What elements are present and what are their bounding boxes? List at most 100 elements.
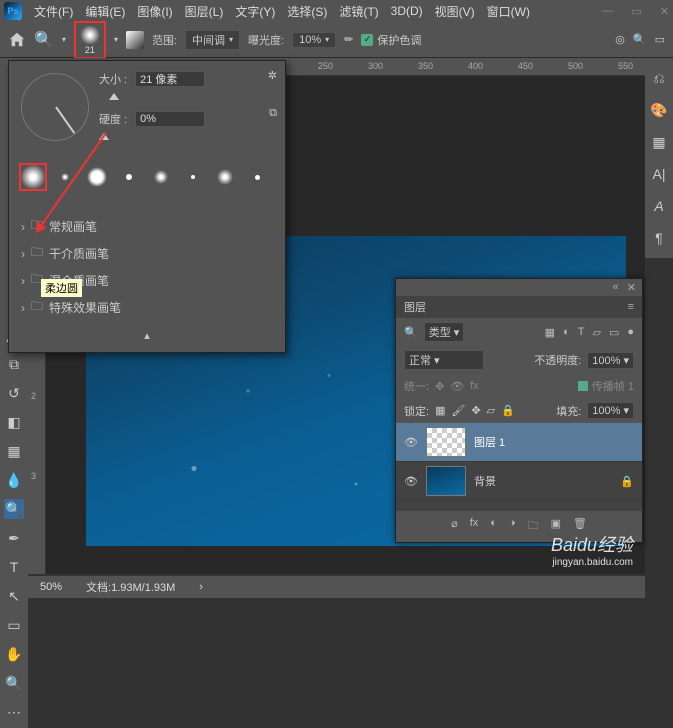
minimize-icon[interactable]: — (602, 5, 613, 18)
lock-pos-icon[interactable]: ✥ (471, 404, 480, 417)
exposure-select[interactable]: 10%▾ (292, 32, 336, 48)
new-preset-icon[interactable]: ⧉ (269, 107, 277, 120)
shape-tool[interactable]: ▭ (4, 615, 24, 635)
brush-preset-chip[interactable]: 21 (74, 21, 106, 59)
filter-type-icon[interactable]: T (578, 326, 585, 339)
menu-view[interactable]: 视图(V) (435, 3, 475, 20)
brush-preset[interactable] (147, 163, 175, 191)
share-icon[interactable]: ▭ (655, 33, 665, 46)
glyphs-panel-icon[interactable]: A (649, 196, 669, 216)
menu-3d[interactable]: 3D(D) (391, 4, 423, 18)
zoom-level[interactable]: 50% (40, 581, 62, 593)
search-icon[interactable]: 🔍 (404, 326, 418, 339)
type-tool[interactable]: T (4, 557, 24, 577)
paragraph-panel-icon[interactable]: ¶ (649, 228, 669, 248)
lock-all-icon[interactable]: 🔒 (501, 404, 515, 417)
character-panel-icon[interactable]: A| (649, 164, 669, 184)
status-menu-icon[interactable]: › (199, 581, 203, 593)
brush-angle-control[interactable] (21, 73, 89, 141)
new-layer-icon[interactable]: ▣ (551, 517, 561, 536)
size-input[interactable] (135, 71, 205, 87)
zoom-tool[interactable]: 🔍 (4, 673, 24, 693)
menu-window[interactable]: 窗口(W) (487, 3, 530, 20)
unify-position-icon[interactable]: ✥ (435, 380, 444, 393)
adjustment-icon[interactable]: ◑ (509, 517, 516, 536)
layer-row[interactable]: 👁 图层 1 (396, 423, 642, 462)
resize-handle[interactable]: ▴ (19, 329, 275, 342)
more-tools[interactable]: ⋯ (4, 702, 24, 722)
brush-preset[interactable] (179, 163, 207, 191)
protect-tones-checkbox[interactable]: ✓保护色调 (361, 32, 421, 48)
folder-dry[interactable]: ›🗀干介质画笔 (19, 240, 275, 267)
filter-toggle-icon[interactable]: ● (627, 326, 634, 339)
fill-select[interactable]: 100% ▾ (587, 402, 634, 419)
filter-pixel-icon[interactable]: ▦ (545, 326, 555, 339)
layer-name[interactable]: 背景 (474, 473, 496, 489)
hand-tool[interactable]: ✋ (4, 644, 24, 664)
airbrush-icon[interactable]: ✏ (344, 33, 353, 46)
visibility-icon[interactable]: 👁 (404, 436, 418, 449)
hardness-input[interactable] (135, 111, 205, 127)
filter-adjust-icon[interactable]: ◐ (563, 326, 570, 339)
lock-artboard-icon[interactable]: ▱ (487, 404, 495, 417)
filter-smart-icon[interactable]: ▭ (609, 326, 619, 339)
layer-row[interactable]: 👁 背景 🔒 (396, 462, 642, 501)
history-panel-icon[interactable]: ⎌ (649, 68, 669, 88)
folder-fx[interactable]: ›🗀特殊效果画笔 (19, 294, 275, 321)
layer-name[interactable]: 图层 1 (474, 434, 505, 450)
layers-tab[interactable]: 图层 (404, 299, 426, 315)
brush-preset[interactable] (243, 163, 271, 191)
menu-edit[interactable]: 编辑(E) (85, 3, 125, 20)
pen-tool[interactable]: ✒ (4, 528, 24, 548)
panel-menu-icon[interactable]: ≡ (628, 301, 634, 313)
layer-thumbnail[interactable] (426, 427, 466, 457)
blur-tool[interactable]: 💧 (4, 470, 24, 490)
blend-mode-select[interactable]: 正常 ▾ (404, 350, 484, 370)
maximize-icon[interactable]: ▭ (631, 5, 641, 18)
filter-kind-select[interactable]: 类型 ▾ (424, 322, 465, 342)
swatches-panel-icon[interactable]: ▦ (649, 132, 669, 152)
layer-thumbnail[interactable] (426, 466, 466, 496)
unify-style-icon[interactable]: fx (470, 380, 479, 392)
visibility-icon[interactable]: 👁 (404, 475, 418, 488)
filter-shape-icon[interactable]: ▱ (592, 326, 600, 339)
brush-preset[interactable] (115, 163, 143, 191)
mask-icon[interactable]: ◐ (490, 517, 497, 536)
fx-icon[interactable]: fx (470, 517, 479, 536)
folder-general[interactable]: ›🗀常规画笔 (19, 213, 275, 240)
group-icon[interactable]: 🗀 (528, 517, 539, 536)
range-select[interactable]: 中间调▾ (185, 30, 240, 50)
path-tool[interactable]: ↖ (4, 586, 24, 606)
unify-visibility-icon[interactable]: 👁 (450, 380, 464, 393)
gradient-tool[interactable]: ▦ (4, 441, 24, 461)
menu-type[interactable]: 文字(Y) (235, 3, 275, 20)
dodge-tool-icon[interactable]: 🔍 (34, 30, 54, 50)
lock-trans-icon[interactable]: ▦ (435, 404, 445, 417)
link-icon[interactable]: ⌀ (451, 517, 458, 536)
menu-file[interactable]: 文件(F) (34, 3, 73, 20)
brush-dropdown-icon[interactable]: ▾ (114, 35, 118, 44)
delete-icon[interactable]: 🗑 (573, 517, 587, 536)
lock-pixel-icon[interactable]: 🖌 (451, 404, 465, 417)
size-slider[interactable] (99, 91, 275, 105)
close-icon[interactable]: ✕ (660, 5, 669, 18)
color-panel-icon[interactable]: 🎨 (649, 100, 669, 120)
collapse-icon[interactable]: « (613, 281, 619, 294)
history-brush-tool[interactable]: ↺ (4, 383, 24, 403)
search-icon[interactable]: 🔍 (633, 33, 647, 46)
menu-image[interactable]: 图像(I) (137, 3, 172, 20)
pressure-icon[interactable]: ◎ (615, 33, 625, 46)
brush-preset[interactable] (83, 163, 111, 191)
close-panel-icon[interactable]: ✕ (627, 281, 636, 294)
opacity-select[interactable]: 100% ▾ (587, 352, 634, 369)
tool-dropdown-icon[interactable]: ▾ (62, 35, 66, 44)
menu-filter[interactable]: 滤镜(T) (339, 3, 378, 20)
menu-layer[interactable]: 图层(L) (185, 3, 224, 20)
stamp-tool[interactable]: ⧉ (4, 354, 24, 374)
hardness-slider[interactable] (99, 131, 275, 145)
propagate-label[interactable]: 传播帧 1 (592, 378, 634, 394)
dodge-tool[interactable]: 🔍 (4, 499, 24, 519)
gear-icon[interactable]: ✲ (268, 69, 277, 82)
brush-preset-soft-round[interactable] (19, 163, 47, 191)
eraser-tool[interactable]: ◧ (4, 412, 24, 432)
